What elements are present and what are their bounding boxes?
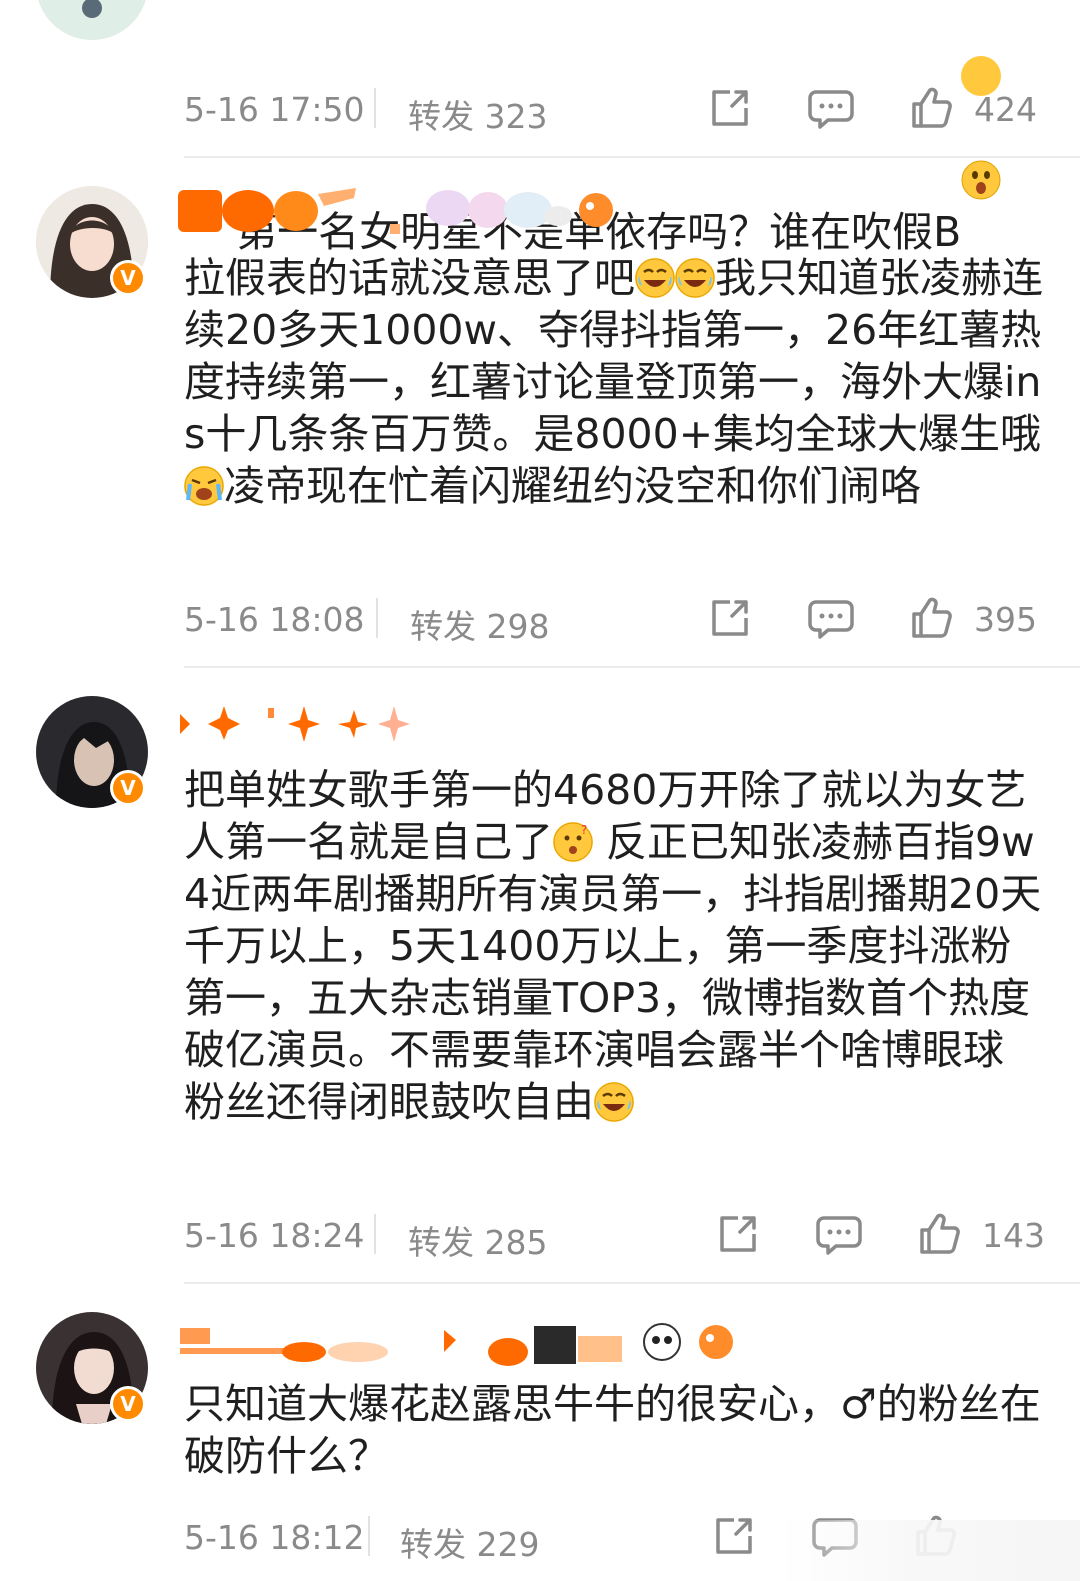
comment-text: 把单姓女歌手第一的4680万开除了就以为女艺人第一名就是自己了? 反正已知张凌赫… bbox=[184, 766, 1042, 1126]
thumbs-up-icon[interactable] bbox=[918, 1212, 962, 1264]
thumbs-up-icon[interactable] bbox=[910, 596, 954, 648]
comment-text: 只知道大爆花赵露思牛牛的很安心，♂的粉丝在破防什么？ bbox=[184, 1380, 1041, 1480]
verified-badge-icon: V bbox=[110, 770, 146, 806]
repost-count[interactable]: 转发 323 bbox=[408, 90, 547, 138]
username[interactable] bbox=[178, 1312, 738, 1368]
like-count: 424 bbox=[974, 90, 1037, 129]
timestamp: 5-16 17:50 bbox=[184, 90, 365, 129]
comment-icon[interactable] bbox=[808, 86, 854, 138]
share-icon[interactable] bbox=[712, 1514, 756, 1566]
repost-count[interactable]: 转发 229 bbox=[400, 1518, 539, 1566]
timestamp: 5-16 18:08 bbox=[184, 600, 365, 639]
verified-badge-icon: V bbox=[110, 1386, 146, 1422]
divider bbox=[184, 666, 1080, 668]
svg-text:?: ? bbox=[581, 823, 587, 837]
comment-icon[interactable] bbox=[808, 596, 854, 648]
timestamp: 5-16 18:12 bbox=[184, 1518, 365, 1557]
divider bbox=[374, 88, 376, 128]
divider bbox=[374, 1214, 376, 1254]
comment-icon[interactable] bbox=[816, 1212, 862, 1264]
watermark-overlay bbox=[780, 1520, 1080, 1581]
like-count: 395 bbox=[974, 600, 1037, 639]
share-icon[interactable] bbox=[708, 86, 752, 138]
username[interactable] bbox=[178, 184, 738, 240]
comment-text: 拉假表的话就没意思了吧 我只知道张凌赫连续20多天1000w、夺得抖指第一，26年… bbox=[184, 254, 1043, 510]
thumbs-up-icon[interactable] bbox=[910, 86, 954, 138]
like-count: 143 bbox=[982, 1216, 1045, 1255]
laughing-crying-emoji-icon bbox=[594, 1082, 634, 1122]
divider bbox=[184, 156, 1080, 158]
verified-badge-icon: V bbox=[110, 260, 146, 296]
timestamp: 5-16 18:24 bbox=[184, 1216, 365, 1255]
laughing-crying-emoji-icon bbox=[635, 258, 675, 298]
repost-count[interactable]: 转发 298 bbox=[410, 600, 549, 648]
divider bbox=[376, 598, 378, 638]
thinking-emoji-icon: ? bbox=[553, 822, 593, 862]
divider bbox=[368, 1516, 370, 1556]
comment-meta: 5-16 18:08 转发 298 395 bbox=[184, 594, 1044, 646]
crying-emoji-icon bbox=[184, 466, 224, 506]
share-icon[interactable] bbox=[716, 1212, 760, 1264]
repost-count[interactable]: 转发 285 bbox=[408, 1216, 547, 1264]
comment-meta: 5-16 17:50 转发 323 424 bbox=[184, 84, 1044, 136]
divider bbox=[184, 1282, 1080, 1284]
username[interactable] bbox=[178, 696, 738, 752]
share-icon[interactable] bbox=[708, 596, 752, 648]
comment-meta: 5-16 18:24 转发 285 143 bbox=[184, 1210, 1045, 1262]
laughing-crying-emoji-icon bbox=[675, 258, 715, 298]
avatar[interactable] bbox=[36, 0, 148, 40]
